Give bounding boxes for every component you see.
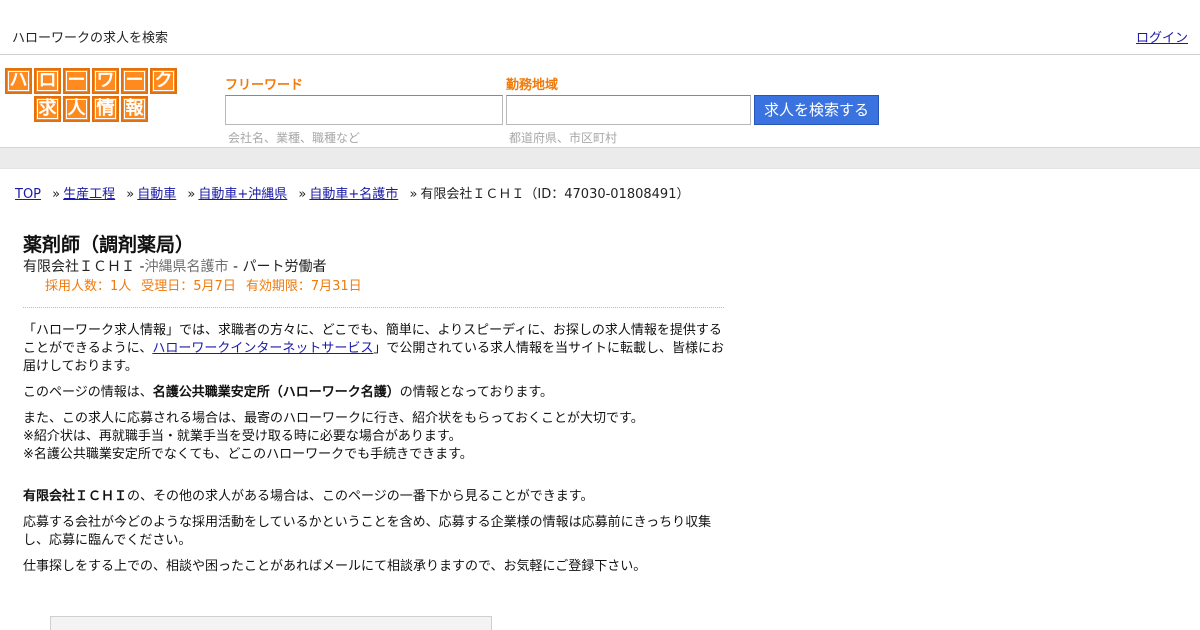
source-text: このページの情報は、 xyxy=(23,385,153,400)
referral-line-1: また、この求人に応募される場合は、最寄のハローワークに行き、紹介状をもらっておく… xyxy=(23,411,644,426)
logo-tile: ー xyxy=(121,68,148,94)
breadcrumb-separator: » xyxy=(52,187,61,202)
referral-paragraph: また、この求人に応募される場合は、最寄のハローワークに行き、紹介状をもらっておく… xyxy=(23,410,724,464)
logo-tile: 求 xyxy=(34,96,61,122)
hellowork-internet-service-link[interactable]: ハローワークインターネットサービス xyxy=(152,341,373,356)
breadcrumb-separator: » xyxy=(409,187,418,202)
hire-count: 採用人数：1人 xyxy=(45,279,132,294)
employment-type: - パート労働者 xyxy=(228,259,327,275)
site-description: ハローワークの求人を検索 xyxy=(12,31,169,46)
logo-tile: 情 xyxy=(92,96,119,122)
advice-paragraph: 応募する会社が今どのような採用活動をしているかということを含め、応募する企業様の… xyxy=(23,515,712,548)
logo-tile: 人 xyxy=(63,96,90,122)
job-meta: 採用人数：1人 受理日：5月7日 有効期限：7月31日 xyxy=(45,278,724,295)
job-subtitle: 有限会社ＩＣＨＩ -沖縄県名護市 - パート労働者 xyxy=(23,258,724,276)
job-detail: 薬剤師（調剤薬局） 有限会社ＩＣＨＩ -沖縄県名護市 - パート労働者 採用人数… xyxy=(23,232,724,584)
logo-row-2: 求 人 情 報 xyxy=(34,96,179,122)
logo-tile: ロ xyxy=(34,68,61,94)
referral-line-2: ※紹介状は、再就職手当・就業手当を受け取る時に必要な場合があります。 xyxy=(23,429,462,444)
source-paragraph: このページの情報は、名護公共職業安定所（ハローワーク名護）の情報となっております… xyxy=(23,384,724,402)
free-word-input[interactable] xyxy=(225,95,503,125)
site-logo[interactable]: ハ ロ ー ワ ー ク 求 人 情 報 xyxy=(5,68,179,122)
breadcrumb-category[interactable]: 生産工程 xyxy=(63,187,115,202)
logo-tile: ワ xyxy=(92,68,119,94)
referral-line-3: ※名護公共職業安定所でなくても、どこのハローワークでも手続きできます。 xyxy=(23,447,473,462)
job-location: 沖縄県名護市 xyxy=(144,259,229,275)
area-hint: 都道府県、市区町村 xyxy=(509,131,618,145)
breadcrumb-separator: » xyxy=(187,187,196,202)
free-word-label: フリーワード xyxy=(225,78,304,93)
received-date: 受理日：5月7日 xyxy=(141,279,236,294)
top-bar: ハローワークの求人を検索 ログイン xyxy=(0,0,1200,55)
other-jobs-text: の、その他の求人がある場合は、このページの一番下から見ることができます。 xyxy=(127,489,594,504)
job-info-table xyxy=(50,616,492,630)
section-divider xyxy=(23,307,724,308)
logo-row-1: ハ ロ ー ワ ー ク xyxy=(5,68,179,94)
breadcrumb-current: 有限会社ＩＣＨＩ（ID：47030-01808491） xyxy=(420,187,690,202)
source-office: 名護公共職業安定所（ハローワーク名護） xyxy=(152,385,400,400)
login-link[interactable]: ログイン xyxy=(1136,27,1188,46)
other-jobs-paragraph: 有限会社ＩＣＨＩの、その他の求人がある場合は、このページの一番下から見ることがで… xyxy=(23,488,724,506)
logo-tile: ク xyxy=(150,68,177,94)
logo-tile: ハ xyxy=(5,68,32,94)
logo-tile: ー xyxy=(63,68,90,94)
source-text-cont: の情報となっております。 xyxy=(399,385,554,400)
free-word-group: フリーワード 会社名、業種、職種など xyxy=(225,74,503,146)
area-group: 勤務地域 都道府県、市区町村 xyxy=(506,74,751,146)
breadcrumb-separator: » xyxy=(126,187,135,202)
job-title: 薬剤師（調剤薬局） xyxy=(23,234,195,256)
header-divider-band xyxy=(0,147,1200,169)
company-name: 有限会社ＩＣＨＩ xyxy=(23,259,135,275)
company-separator: - xyxy=(135,259,145,275)
logo-tile: 報 xyxy=(121,96,148,122)
intro-paragraph: 「ハローワーク求人情報」では、求職者の方々に、どこでも、簡単に、よりスピーディに… xyxy=(23,322,724,376)
breadcrumb: TOP » 生産工程 » 自動車 » 自動車+沖縄県 » 自動車+名護市 » 有限会社ＩＣ… xyxy=(15,183,689,202)
breadcrumb-city[interactable]: 自動車+名護市 xyxy=(309,187,398,202)
breadcrumb-prefecture[interactable]: 自動車+沖縄県 xyxy=(198,187,287,202)
breadcrumb-top[interactable]: TOP xyxy=(15,187,41,202)
consultation-paragraph: 仕事探しをする上での、相談や困ったことがあればメールにて相談承りますので、お気軽… xyxy=(23,559,647,574)
search-jobs-button[interactable]: 求人を検索する xyxy=(754,95,879,125)
breadcrumb-subcategory[interactable]: 自動車 xyxy=(137,187,176,202)
header: ハ ロ ー ワ ー ク 求 人 情 報 フリーワード 会社名、業種、職種など 勤… xyxy=(0,56,1200,147)
expiry-date: 有効期限：7月31日 xyxy=(245,279,362,294)
other-jobs-company: 有限会社ＩＣＨＩ xyxy=(23,489,128,504)
area-input[interactable] xyxy=(506,95,751,125)
free-word-hint: 会社名、業種、職種など xyxy=(228,131,361,145)
breadcrumb-separator: » xyxy=(298,187,307,202)
area-label: 勤務地域 xyxy=(506,78,559,93)
